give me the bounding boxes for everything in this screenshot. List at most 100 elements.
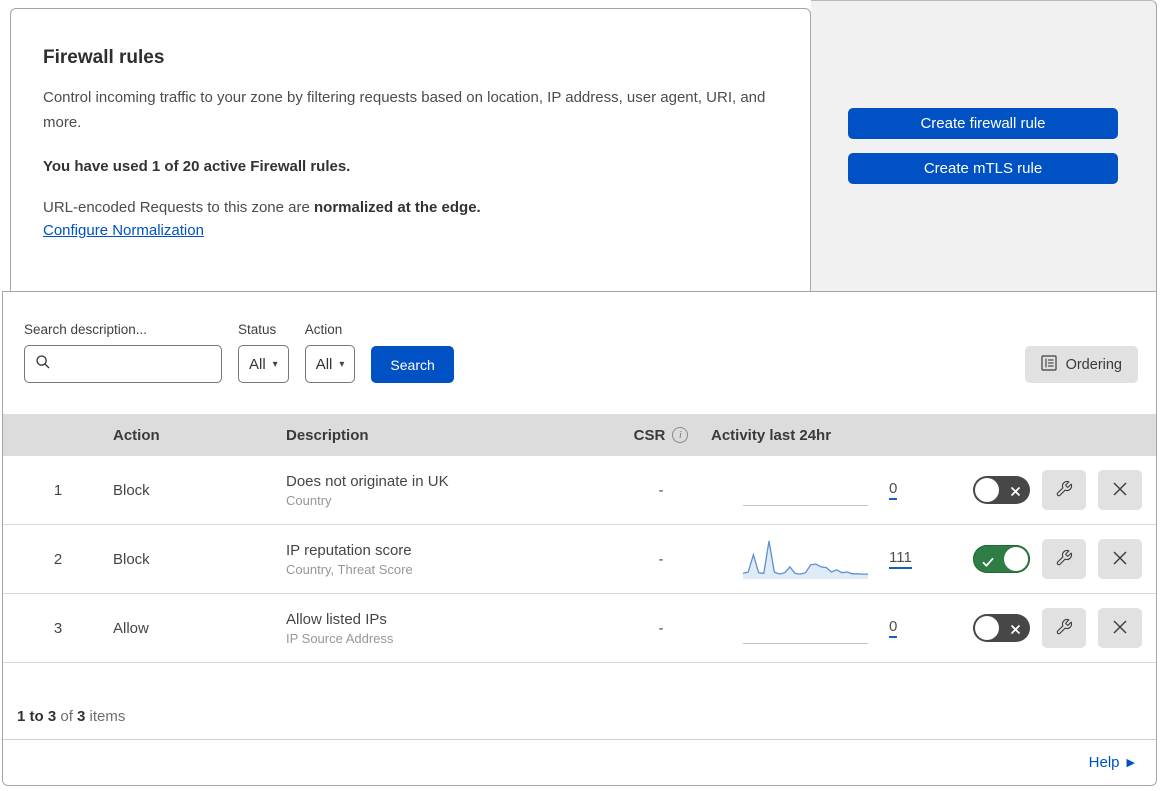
search-icon (35, 354, 51, 375)
firewall-rules-page: Firewall rules Control incoming traffic … (0, 0, 1161, 791)
delete-rule-button[interactable] (1098, 539, 1142, 579)
rule-csr: - (658, 619, 664, 637)
rule-controls (973, 539, 1156, 579)
normalization-bold: normalized at the edge. (314, 199, 481, 216)
table-row: 2 Block IP reputation score Country, Thr… (3, 525, 1156, 594)
chevron-down-icon: ▾ (272, 358, 278, 370)
ordering-button[interactable]: Ordering (1024, 346, 1138, 383)
actions-panel: Create firewall rule Create mTLS rule (811, 0, 1157, 291)
rule-action: Block (113, 481, 150, 499)
arrow-right-icon: ▶ (1126, 757, 1135, 769)
rule-enabled-toggle[interactable] (973, 476, 1030, 504)
close-icon (1112, 481, 1128, 500)
rule-activity-cell: 0 (711, 607, 973, 649)
action-column-header: Action (113, 426, 160, 444)
activity-column-header: Activity last 24hr (711, 426, 832, 444)
pagination-range: 1 to 3 (17, 708, 57, 725)
toggle-knob (975, 616, 999, 640)
edit-rule-button[interactable] (1042, 539, 1086, 579)
rule-controls (973, 470, 1156, 510)
rule-criteria: IP Source Address (286, 630, 394, 646)
rule-controls (973, 608, 1156, 648)
page-title: Firewall rules (43, 47, 165, 68)
activity-count-link[interactable]: 0 (889, 480, 898, 500)
rule-csr: - (658, 550, 664, 568)
info-icon[interactable]: i (672, 427, 689, 443)
delete-rule-button[interactable] (1098, 608, 1142, 648)
help-link[interactable]: Help ▶ (1089, 754, 1135, 771)
status-label: Status (238, 322, 277, 337)
rule-criteria: Country (286, 492, 332, 508)
x-icon (1010, 484, 1021, 502)
ordering-button-label: Ordering (1065, 356, 1122, 373)
search-box (24, 345, 238, 383)
wrench-icon (1055, 480, 1073, 501)
description-column-header: Description (286, 426, 369, 444)
toggle-knob (1004, 547, 1028, 571)
search-input[interactable] (57, 346, 238, 382)
wrench-icon (1055, 549, 1073, 570)
rule-description: Allow listed IPs (286, 610, 387, 628)
configure-normalization-link[interactable]: Configure Normalization (43, 222, 204, 239)
rule-action: Allow (113, 619, 149, 637)
create-mtls-rule-button[interactable]: Create mTLS rule (848, 153, 1118, 184)
rule-enabled-toggle[interactable] (973, 614, 1030, 642)
table-header: Action Description CSR i Activity last 2… (3, 414, 1156, 456)
status-selected-value: All (249, 355, 266, 373)
pagination: 1 to 3 of 3 items (3, 663, 1156, 739)
search-label: Search description... (24, 322, 148, 337)
activity-count-link[interactable]: 111 (889, 549, 912, 569)
pagination-items: items (85, 708, 126, 725)
delete-rule-button[interactable] (1098, 470, 1142, 510)
rule-description-cell: Does not originate in UK Country (286, 473, 611, 508)
csr-header-label: CSR (633, 426, 666, 444)
usage-summary: You have used 1 of 20 active Firewall ru… (43, 158, 351, 175)
activity-sparkline (743, 607, 868, 649)
edit-rule-button[interactable] (1042, 470, 1086, 510)
rules-list-card: Search description... Status All ▾ Actio… (2, 291, 1157, 786)
rule-description: IP reputation score (286, 541, 412, 559)
close-icon (1112, 619, 1128, 638)
action-selected-value: All (315, 355, 333, 373)
close-icon (1112, 550, 1128, 569)
create-firewall-rule-button[interactable]: Create firewall rule (848, 108, 1118, 139)
rule-priority: 1 (53, 481, 63, 499)
activity-sparkline (743, 469, 868, 511)
status-filter-select[interactable]: All ▾ (238, 345, 289, 383)
search-button[interactable]: Search (371, 346, 454, 383)
edit-rule-button[interactable] (1042, 608, 1086, 648)
ordering-list-icon (1040, 354, 1057, 375)
x-icon (1010, 622, 1021, 640)
activity-count-link[interactable]: 0 (889, 618, 898, 638)
rule-activity-cell: 111 (711, 538, 973, 580)
rule-description-cell: IP reputation score Country, Threat Scor… (286, 542, 611, 577)
rule-description-cell: Allow listed IPs IP Source Address (286, 611, 611, 646)
status-filter-group: Status All ▾ (238, 322, 289, 383)
rule-action: Block (113, 550, 150, 568)
wrench-icon (1055, 618, 1073, 639)
table-row: 1 Block Does not originate in UK Country… (3, 456, 1156, 525)
action-filter-select[interactable]: All ▾ (304, 345, 356, 383)
rule-activity-cell: 0 (711, 469, 973, 511)
toggle-knob (975, 478, 999, 502)
normalization-note: URL-encoded Requests to this zone are no… (43, 199, 770, 216)
csr-column-header: CSR i (611, 427, 711, 444)
page-description: Control incoming traffic to your zone by… (43, 89, 766, 131)
check-icon (982, 554, 994, 572)
rule-csr: - (658, 481, 664, 499)
search-filter-group: Search description... (24, 322, 238, 383)
rule-priority: 3 (53, 619, 63, 637)
rule-description: Does not originate in UK (286, 472, 449, 490)
rule-criteria: Country, Threat Score (286, 561, 413, 577)
pagination-of: of (56, 708, 78, 725)
activity-sparkline (743, 538, 868, 580)
help-link-label: Help (1088, 754, 1120, 771)
chevron-down-icon: ▾ (339, 358, 345, 370)
filter-bar: Search description... Status All ▾ Actio… (3, 292, 1156, 414)
rule-priority: 2 (53, 550, 63, 568)
action-label: Action (304, 322, 343, 337)
rule-enabled-toggle[interactable] (973, 545, 1030, 573)
table-row: 3 Allow Allow listed IPs IP Source Addre… (3, 594, 1156, 663)
normalization-prefix: URL-encoded Requests to this zone are (43, 199, 314, 216)
help-row: Help ▶ (3, 739, 1156, 785)
